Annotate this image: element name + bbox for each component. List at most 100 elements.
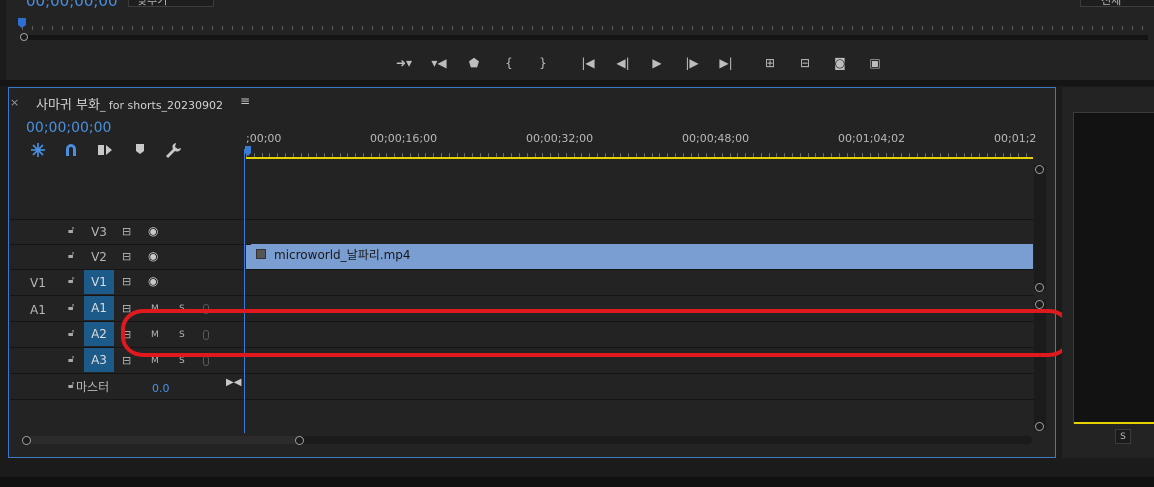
track-header-v3: 🔓︎ V3 ⊟ ◉ — [10, 220, 244, 245]
video-scroll-handle-bottom[interactable] — [1035, 283, 1044, 292]
microphone-icon[interactable] — [203, 356, 209, 366]
ruler-tick — [872, 26, 873, 30]
quality-dropdown[interactable]: 전체 — [1080, 0, 1154, 7]
lock-icon[interactable]: 🔓︎ — [68, 302, 74, 313]
ruler-tick — [812, 26, 813, 30]
solo-button[interactable]: S — [179, 356, 185, 366]
ruler-tick — [772, 26, 773, 30]
master-track-name[interactable]: 마스터 — [76, 378, 109, 395]
clip-fx-corner — [246, 244, 251, 249]
track-name-v1[interactable]: V1 — [84, 270, 114, 294]
go-to-in-button[interactable]: |◀ — [576, 53, 600, 73]
ruler-tick — [372, 26, 373, 30]
mark-in-button[interactable]: ➜▾ — [392, 53, 416, 73]
lock-icon[interactable]: 🔓︎ — [68, 328, 74, 339]
lock-icon[interactable]: 🔓︎ — [68, 225, 74, 236]
lift-button[interactable]: ⊞ — [758, 53, 782, 73]
lock-icon[interactable]: 🔓︎ — [68, 250, 74, 261]
linked-selection-icon[interactable] — [95, 142, 115, 160]
ruler-tick — [1102, 26, 1103, 30]
ruler-tick — [442, 26, 443, 30]
snap-magnet-icon[interactable] — [61, 142, 81, 160]
ruler-tick — [972, 26, 973, 30]
sync-lock-icon[interactable]: ⊟ — [122, 225, 131, 238]
play-button[interactable]: ▶ — [645, 53, 669, 73]
ruler-tick — [712, 26, 713, 30]
extract-button[interactable]: ⊟ — [793, 53, 817, 73]
master-volume-value[interactable]: 0.0 — [152, 382, 170, 395]
track-name-a1[interactable]: A1 — [84, 296, 114, 320]
go-to-out-button[interactable]: ▶| — [714, 53, 738, 73]
ruler-tick — [792, 26, 793, 30]
ruler-tick — [492, 26, 493, 30]
timeline-zoom-thumb[interactable] — [26, 436, 304, 444]
compare-button[interactable]: ▣ — [863, 53, 887, 73]
mark-in-bracket-button[interactable]: { — [497, 53, 521, 73]
step-back-button[interactable]: ◀| — [611, 53, 635, 73]
ruler-tick — [1032, 26, 1033, 30]
source-patch-a1[interactable]: A1 — [30, 303, 52, 317]
solo-meter-button[interactable]: S — [1115, 429, 1131, 444]
track-name-a3[interactable]: A3 — [84, 348, 114, 372]
ruler-tick — [842, 26, 843, 30]
ruler-tick — [642, 26, 643, 30]
track-name-v3[interactable]: V3 — [84, 220, 114, 244]
export-frame-button[interactable]: ◙ — [828, 53, 852, 73]
ruler-tick — [242, 26, 243, 30]
ruler-tick — [122, 26, 123, 30]
mark-out-button[interactable]: ▾◀ — [427, 53, 451, 73]
ruler-tick — [572, 26, 573, 30]
audio-meter-baseline — [1074, 422, 1154, 424]
zoom-handle-right[interactable] — [295, 436, 304, 445]
track-name-a2[interactable]: A2 — [84, 322, 114, 346]
go-to-end-icon[interactable]: ▶◀ — [226, 377, 241, 388]
sync-lock-icon[interactable]: ⊟ — [122, 250, 131, 263]
panel-divider[interactable] — [0, 80, 1154, 86]
source-patch-v1[interactable]: V1 — [30, 276, 52, 290]
ruler-tick — [452, 26, 453, 30]
sync-lock-icon[interactable]: ⊟ — [122, 354, 131, 367]
mark-out-bracket-button[interactable]: } — [531, 53, 555, 73]
close-icon[interactable]: × — [10, 96, 19, 109]
step-forward-button[interactable]: |▶ — [680, 53, 704, 73]
eye-icon[interactable]: ◉ — [148, 249, 158, 263]
fit-dropdown[interactable]: 맞추기 — [128, 0, 214, 7]
ruler-tick — [252, 26, 253, 30]
ruler-tick — [72, 26, 73, 30]
lock-icon[interactable]: 🔓︎ — [68, 275, 74, 286]
track-header-v2: 🔓︎ V2 ⊟ ◉ — [10, 245, 244, 270]
nest-icon[interactable] — [28, 142, 48, 160]
program-zoom-handle[interactable] — [20, 33, 28, 41]
add-marker-button[interactable]: ⬟ — [462, 53, 486, 73]
program-timecode[interactable]: 00;00;00;00 — [26, 0, 118, 10]
ruler-tick — [862, 26, 863, 30]
zoom-handle-left[interactable] — [22, 436, 31, 445]
add-marker-icon[interactable] — [130, 142, 150, 160]
eye-icon[interactable]: ◉ — [148, 224, 158, 238]
audio-scroll-handle-top[interactable] — [1035, 300, 1044, 309]
sequence-title[interactable]: 사마귀 부화_ for shorts_20230902 — [36, 94, 223, 113]
ruler-tick — [562, 26, 563, 30]
lock-icon[interactable]: 🔓︎ — [68, 380, 74, 391]
track-name-v2[interactable]: V2 — [84, 245, 114, 269]
sync-lock-icon[interactable]: ⊟ — [122, 275, 131, 288]
ruler-tick — [312, 26, 313, 30]
ruler-label: ;00;00 — [246, 132, 282, 145]
ruler-tick — [162, 26, 163, 30]
panel-menu-icon[interactable]: ≡ — [240, 94, 250, 108]
work-area-bar[interactable] — [246, 157, 1033, 159]
audio-scroll-handle-bottom[interactable] — [1035, 422, 1044, 431]
ruler-tick — [702, 26, 703, 30]
mute-button[interactable]: M — [151, 356, 159, 366]
video-scroll-handle-top[interactable] — [1035, 165, 1044, 174]
playhead-line[interactable] — [244, 149, 245, 433]
ruler-tick — [1122, 26, 1123, 30]
wrench-icon[interactable] — [163, 142, 183, 160]
program-ruler[interactable] — [22, 22, 1148, 30]
ruler-tick — [342, 26, 343, 30]
timeline-timecode[interactable]: 00;00;00;00 — [26, 120, 111, 136]
program-zoom-bar[interactable] — [22, 35, 1148, 40]
video-vertical-scrollbar[interactable] — [1034, 165, 1046, 291]
lock-icon[interactable]: 🔓︎ — [68, 354, 74, 365]
eye-icon[interactable]: ◉ — [148, 274, 158, 288]
